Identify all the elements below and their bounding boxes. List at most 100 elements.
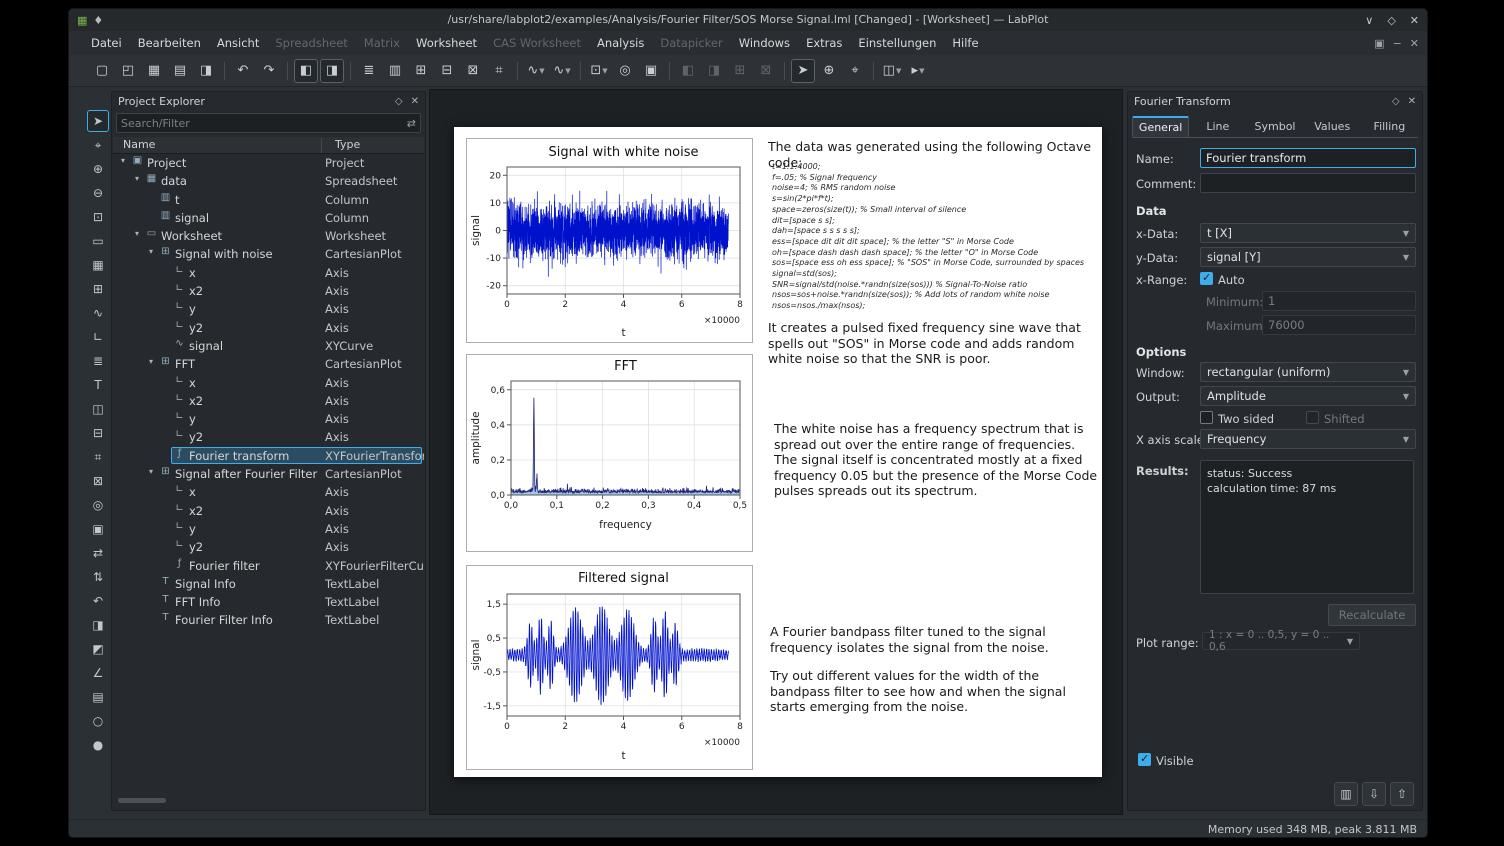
tree-row-y2[interactable]: ∟y2Axis [113,428,424,446]
tree-row-signal-info[interactable]: TSignal InfoTextLabel [113,575,424,593]
y-data-combobox[interactable]: signal [Y]▼ [1200,247,1416,267]
shift-left-x-button[interactable]: ⇄ [87,542,109,564]
tree-row-x2[interactable]: ∟x2Axis [113,282,424,300]
new-plot-button[interactable]: ∿ [87,302,109,324]
tree-row-y2[interactable]: ∟y2Axis [113,538,424,556]
tree-row-y[interactable]: ∟yAxis [113,300,424,318]
pointer-tool-button[interactable]: ➤ [87,110,109,132]
fit-selection-button[interactable]: ◎ [87,494,109,516]
presenter-mode-button[interactable]: ▸▼ [906,59,930,83]
close-panel-icon[interactable]: ✕ [411,96,419,107]
theme-selector-button[interactable]: ◩ [87,638,109,660]
print-preview-button[interactable]: ◨ [194,59,218,83]
print-button[interactable]: ▤ [168,59,192,83]
menu-extras[interactable]: Extras [798,33,850,53]
rotate-element-button[interactable]: ↶ [87,590,109,612]
load-template-button[interactable]: ▥ [1334,782,1358,806]
menu-einstellungen[interactable]: Einstellungen [850,33,944,53]
tab-filling[interactable]: Filling [1361,116,1418,137]
two-sided-checkbox[interactable] [1200,411,1213,424]
float-panel-icon[interactable]: ◇ [395,96,403,107]
menu-datapicker[interactable]: Datapicker [652,33,730,53]
minimum-input[interactable]: 1 [1262,291,1416,311]
new-matrix-button[interactable]: ⊞ [87,278,109,300]
close-icon[interactable]: ✕ [1410,14,1419,27]
tree-row-t[interactable]: ▥tColumn [113,191,424,209]
tree-row-signal[interactable]: ▥signalColumn [113,209,424,227]
insert-plot-button[interactable]: ⊞ [409,59,433,83]
tree-row-x2[interactable]: ∟x2Axis [113,502,424,520]
add-curve-button[interactable]: ∿▼ [524,59,548,83]
x-data-combobox[interactable]: t [X]▼ [1200,223,1416,243]
insert-text-label-button[interactable]: ≣ [357,59,381,83]
shifted-checkbox[interactable] [1306,411,1319,424]
horizontal-scrollbar[interactable] [114,797,423,804]
window-combobox[interactable]: rectangular (uniform)▼ [1200,362,1416,382]
name-input[interactable]: Fourier transform [1200,148,1416,168]
tree-row-y[interactable]: ∟yAxis [113,410,424,428]
tree-row-data[interactable]: ▾▦dataSpreadsheet [113,172,424,190]
add-analysis-function-button[interactable]: ∿▼ [550,59,574,83]
select-mode-button[interactable]: ➤ [791,59,815,83]
tree-row-fft[interactable]: ▾⊞FFTCartesianPlot [113,355,424,373]
apply-template-button[interactable]: ⇧ [1390,782,1414,806]
tree-row-fft-info[interactable]: TFFT InfoTextLabel [113,593,424,611]
tree-row-y2[interactable]: ∟y2Axis [113,319,424,337]
expander-icon[interactable]: ▾ [145,357,157,366]
vertical-layout-button[interactable]: ◫ [87,398,109,420]
pin-icon[interactable]: ♦ [93,14,103,27]
crosshair-tool-button[interactable]: ⌖ [87,134,109,156]
worksheet-view[interactable]: 0246820100-10-20Signal with white noiset… [429,89,1123,815]
column-header-name[interactable]: Name [123,138,155,151]
tab-values[interactable]: Values [1304,116,1361,137]
cartesian-plot-tool-button[interactable]: ∠ [87,662,109,684]
save-file-button[interactable]: ▦ [142,59,166,83]
maximum-input[interactable]: 76000 [1262,315,1416,335]
zoom-select-button[interactable]: ⊡▼ [587,59,611,83]
tree-row-x[interactable]: ∟xAxis [113,264,424,282]
insert-image-button[interactable]: ▥ [383,59,407,83]
tree-row-signal[interactable]: ∿signalXYCurve [113,337,424,355]
grid-settings-button[interactable]: ⌗ [487,59,511,83]
shift-up-y-button[interactable]: ⇅ [87,566,109,588]
zoom-mode-button[interactable]: ⌖ [843,59,867,83]
add-legend-button[interactable]: ≣ [87,350,109,372]
menu-worksheet[interactable]: Worksheet [408,33,485,53]
fft-plot[interactable]: 0,00,10,20,30,40,50,60,40,20,0FFTfrequen… [466,354,753,552]
new-spreadsheet-button[interactable]: ▦ [87,254,109,276]
maximize-icon[interactable]: ◇ [1387,14,1395,27]
search-input[interactable]: Search/Filter ⇄ [116,113,421,133]
close-panel-icon[interactable]: ✕ [1408,96,1416,107]
scrollbar-thumb[interactable] [118,798,166,803]
data-operations-button[interactable]: ▤ [87,686,109,708]
tree-row-project[interactable]: ▾▣ProjectProject [113,154,424,172]
break-layout-button[interactable]: ⊠ [87,470,109,492]
menu-bearbeiten[interactable]: Bearbeiten [130,33,209,53]
tree-row-x[interactable]: ∟xAxis [113,483,424,501]
menu-matrix[interactable]: Matrix [356,33,408,53]
tree-row-fourier-transform[interactable]: ƒFourier transformXYFourierTransformCurv… [113,447,424,465]
magnifier-button[interactable]: ◎ [613,59,637,83]
arrange-layout-button[interactable]: ⊠ [461,59,485,83]
tab-symbol[interactable]: Symbol [1246,116,1303,137]
plot-range-combobox[interactable]: 1 : x = 0 .. 0,5, y = 0 .. 0,6▼ [1202,632,1360,650]
mdi-restore-icon[interactable]: ▣ [1374,37,1384,50]
column-header-type[interactable]: Type [335,138,360,151]
output-combobox[interactable]: Amplitude▼ [1200,386,1416,406]
tree-row-worksheet[interactable]: ▾▭WorksheetWorksheet [113,227,424,245]
expander-icon[interactable]: ▾ [117,156,129,165]
worksheet-page[interactable]: 0246820100-10-20Signal with white noiset… [454,127,1102,777]
minimize-icon[interactable]: ∨ [1365,14,1373,27]
menu-windows[interactable]: Windows [731,33,798,53]
menu-cas-worksheet[interactable]: CAS Worksheet [485,33,589,53]
signal-with-noise-plot[interactable]: 0246820100-10-20Signal with white noiset… [466,138,753,343]
tab-general[interactable]: General [1132,116,1189,137]
filter-options-icon[interactable]: ⇄ [407,117,416,130]
tree-row-signal-after-fourier-filter[interactable]: ▾⊞Signal after Fourier FilterCartesianPl… [113,465,424,483]
mdi-minimize-icon[interactable]: − [1393,37,1402,50]
menu-analysis[interactable]: Analysis [589,33,652,53]
visible-checkbox[interactable] [1138,753,1151,766]
x-axis-scale-combobox[interactable]: Frequency▼ [1200,429,1416,449]
horizontal-layout-button[interactable]: ⊟ [87,422,109,444]
snapshot-button[interactable]: ◨ [87,614,109,636]
